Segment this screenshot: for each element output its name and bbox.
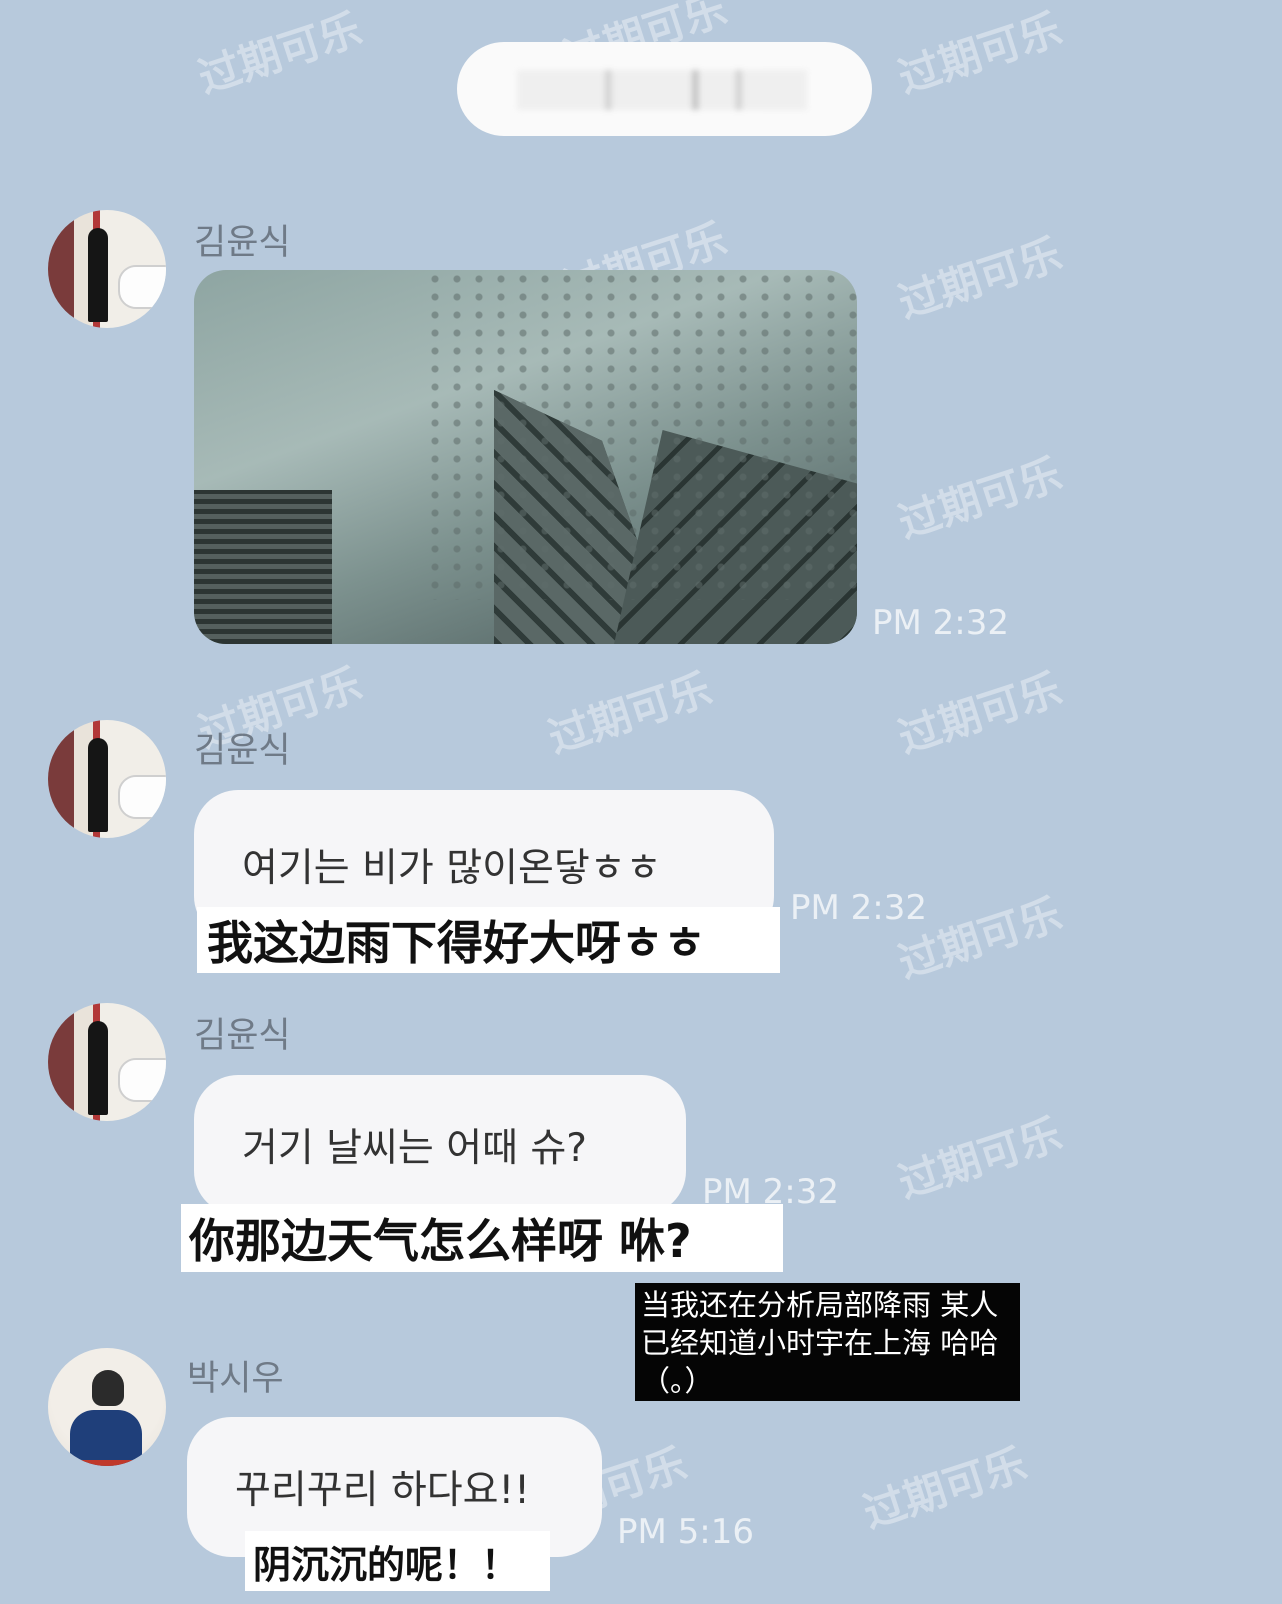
raindrops xyxy=(424,270,857,600)
watermark: 过期可乐 xyxy=(892,229,1068,328)
watermark: 过期可乐 xyxy=(192,4,368,103)
sender-name: 김윤식 xyxy=(194,223,291,263)
avatar[interactable] xyxy=(48,1003,166,1121)
watermark: 过期可乐 xyxy=(892,664,1068,763)
message-time: PM 5:16 xyxy=(617,1512,754,1552)
message-text: 거기 날씨는 어때 슈? xyxy=(242,1126,587,1171)
translation-caption: 你那边天气怎么样呀 咻? xyxy=(181,1204,783,1272)
blurred-date-text xyxy=(517,70,807,110)
sender-name: 김윤식 xyxy=(194,731,291,771)
sender-name: 김윤식 xyxy=(194,1016,291,1056)
annotation-note: 当我还在分析局部降雨 某人 已经知道小时宇在上海 哈哈 （。） xyxy=(635,1283,1020,1401)
message-time: PM 2:32 xyxy=(702,1172,839,1212)
watermark: 过期可乐 xyxy=(857,1439,1033,1538)
avatar[interactable] xyxy=(48,1348,166,1466)
message-text: 꾸리꾸리 하다요!! xyxy=(235,1468,530,1513)
watermark: 过期可乐 xyxy=(542,664,718,763)
rainy-window-photo[interactable] xyxy=(194,270,857,644)
avatar[interactable] xyxy=(48,210,166,328)
message-text: 여기는 비가 많이온닿ㅎㅎ xyxy=(242,846,662,891)
avatar[interactable] xyxy=(48,720,166,838)
watermark: 过期可乐 xyxy=(892,1109,1068,1208)
message-bubble[interactable]: 거기 날씨는 어때 슈? xyxy=(194,1075,686,1215)
photo-building xyxy=(194,490,332,644)
translation-caption: 阴沉沉的呢！！ xyxy=(245,1531,550,1591)
sender-name: 박시우 xyxy=(187,1359,284,1399)
date-separator xyxy=(457,42,872,136)
message-time: PM 2:32 xyxy=(872,603,1009,643)
watermark: 过期可乐 xyxy=(892,4,1068,103)
translation-caption: 我这边雨下得好大呀ㅎㅎ xyxy=(197,907,780,973)
watermark: 过期可乐 xyxy=(892,449,1068,548)
message-time: PM 2:32 xyxy=(790,888,927,928)
